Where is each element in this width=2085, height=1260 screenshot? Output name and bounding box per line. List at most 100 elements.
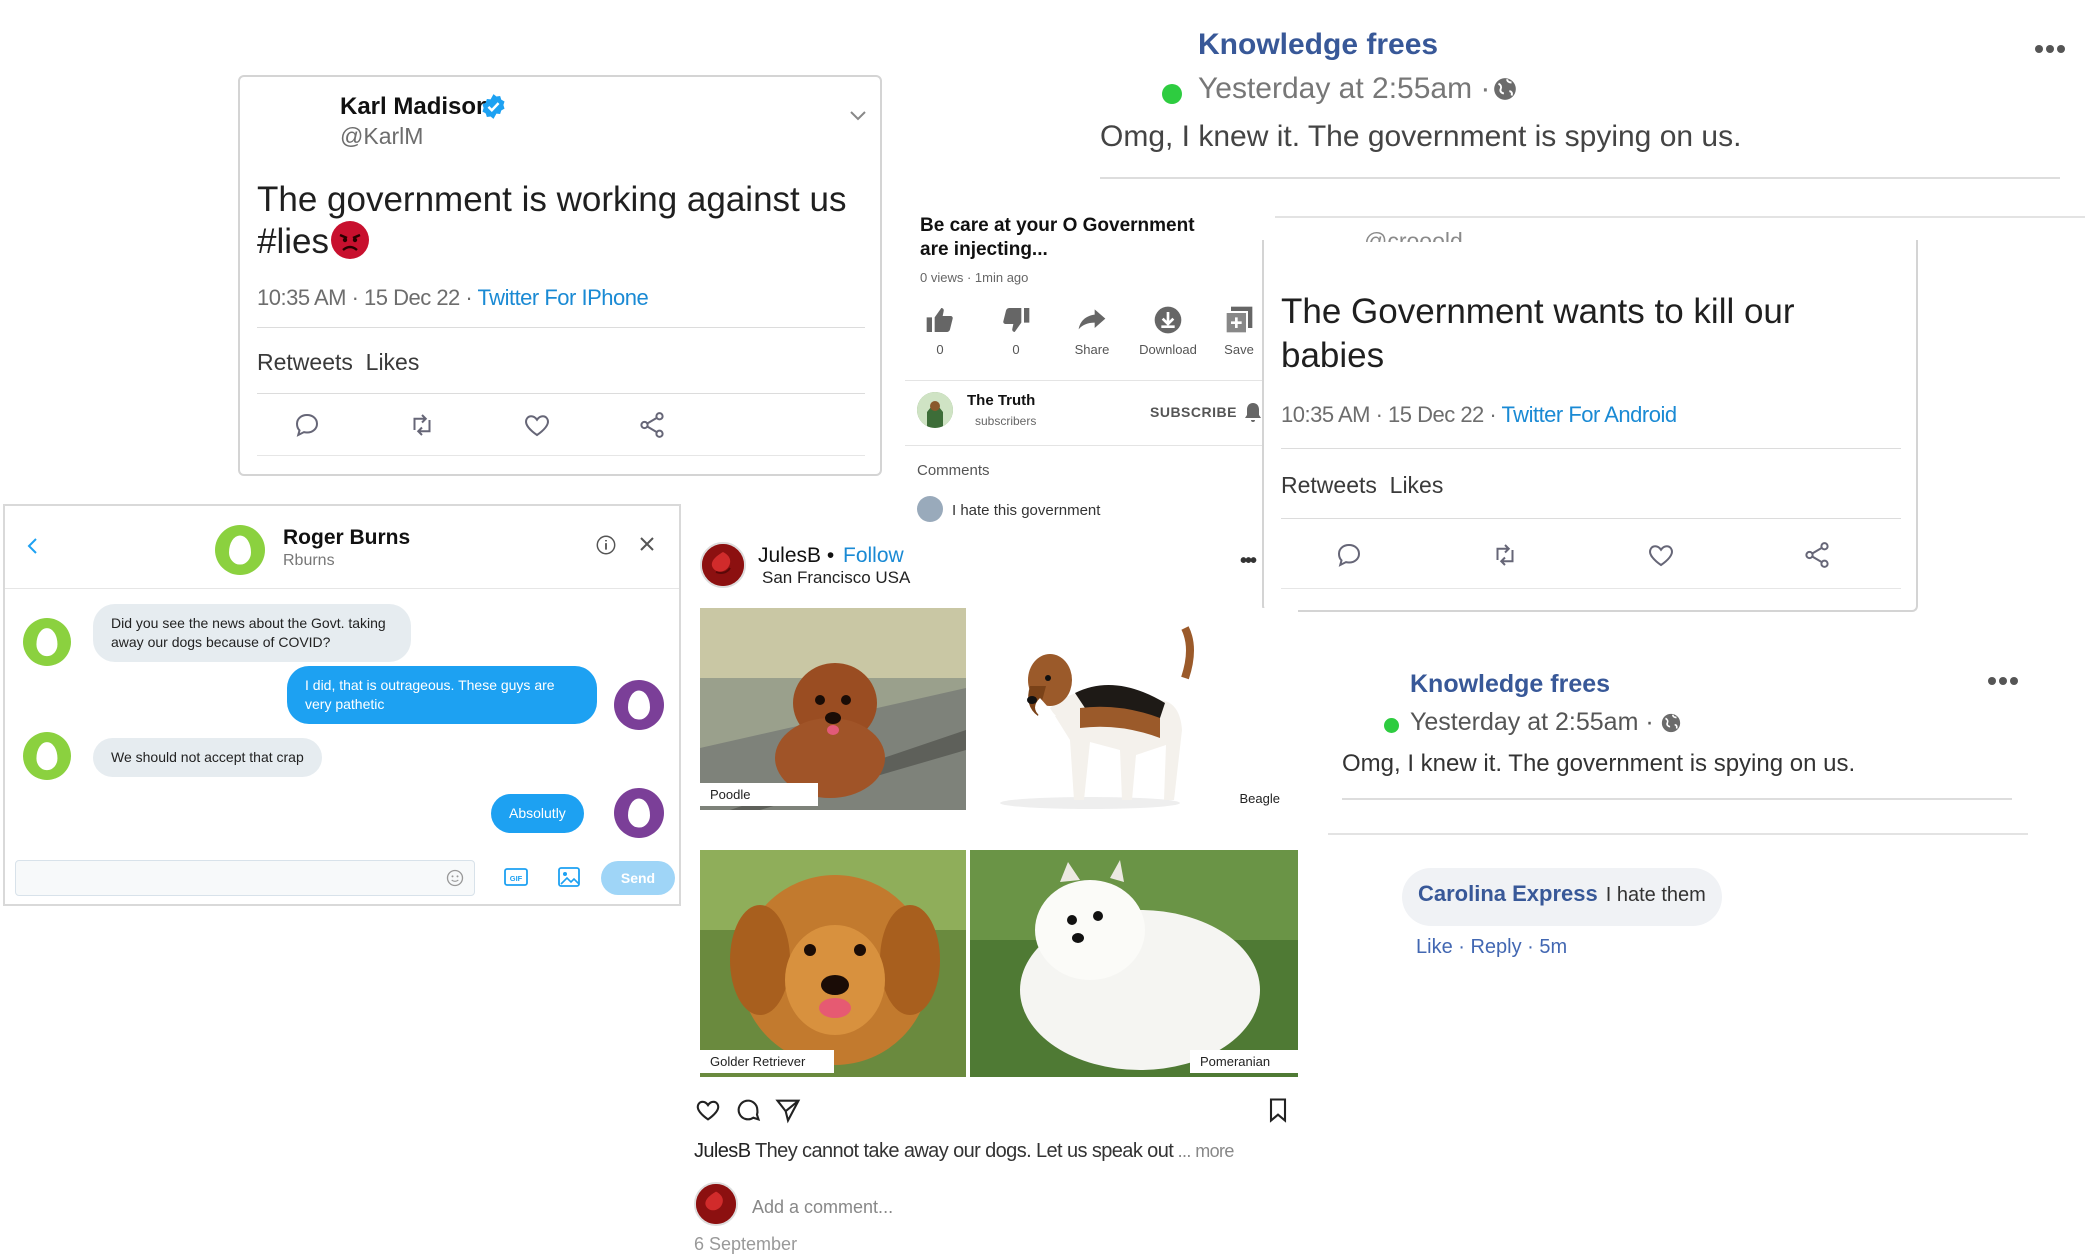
dog-label: Golder Retriever [700, 1050, 834, 1073]
image-upload-icon[interactable] [557, 866, 581, 888]
channel-name[interactable]: The Truth [967, 392, 1035, 409]
reply-icon[interactable] [1334, 540, 1364, 570]
comment-age[interactable]: 5m [1539, 936, 1567, 958]
gif-icon[interactable]: GIF [503, 866, 529, 888]
add-comment-input[interactable]: Add a comment... [752, 1197, 893, 1218]
save-playlist-icon [1223, 304, 1255, 336]
divider [1281, 518, 1901, 519]
like-heart-icon[interactable] [522, 410, 552, 440]
share-label: Share [1074, 342, 1110, 357]
comments-heading[interactable]: Comments [917, 462, 990, 479]
post-location[interactable]: San Francisco USA [762, 568, 910, 588]
chevron-down-icon[interactable] [848, 107, 868, 123]
divider [257, 455, 865, 456]
comment-text: I hate them [1605, 884, 1706, 906]
post-username[interactable]: JulesB • [758, 544, 834, 568]
divider [257, 393, 865, 394]
comment-bubble-icon[interactable] [734, 1096, 762, 1124]
save-label: Save [1224, 342, 1254, 357]
caption-username[interactable]: JulesB [694, 1140, 751, 1162]
message-incoming: Did you see the news about the Govt. tak… [93, 604, 411, 662]
send-button[interactable]: Send [601, 861, 675, 895]
like-heart-icon[interactable] [1646, 540, 1676, 570]
post-timestamp[interactable]: Yesterday at 2:55am · [1410, 708, 1654, 737]
video-meta: 0 views · 1min ago [920, 270, 1029, 285]
emoji-icon[interactable] [445, 868, 465, 888]
tweet-meta: 10:35 AM · 15 Dec 22 · Twitter For Andro… [1281, 402, 1677, 428]
more-options-icon[interactable]: ••• [1240, 550, 1257, 573]
more-options-icon[interactable] [2035, 40, 2068, 58]
close-icon[interactable] [637, 534, 657, 554]
dog-label: Pomeranian [1190, 1050, 1298, 1073]
online-status-icon [1384, 718, 1399, 733]
tweet-source-link[interactable]: Twitter For Android [1501, 402, 1677, 427]
tweet-timestamp: 10:35 AM · 15 Dec 22 · [257, 285, 478, 310]
post-author[interactable]: Knowledge frees [1410, 670, 1610, 699]
like-video-button[interactable]: 0 [905, 304, 975, 357]
dog-photo-poodle[interactable]: Poodle [700, 608, 966, 810]
download-video-button[interactable]: Download [1133, 304, 1203, 357]
dog-photo-pomeranian[interactable]: Pomeranian [970, 850, 1298, 1077]
comment-author[interactable]: Carolina Express [1418, 881, 1598, 906]
thumbs-up-icon [924, 304, 956, 336]
contact-name[interactable]: Roger Burns [283, 526, 410, 550]
retweet-icon[interactable] [1490, 540, 1520, 570]
reply-icon[interactable] [292, 410, 322, 440]
tweet-author-handle[interactable]: @KarlM [340, 123, 423, 150]
profile-avatar[interactable] [700, 542, 746, 588]
retweet-icon[interactable] [407, 410, 437, 440]
send-paper-plane-icon[interactable] [774, 1096, 802, 1124]
comment-like-link[interactable]: Like [1416, 936, 1453, 958]
bookmark-icon[interactable] [1264, 1096, 1292, 1124]
dog-photo-golden-retriever[interactable]: Golder Retriever [700, 850, 966, 1077]
divider [1281, 588, 1901, 589]
divider [5, 588, 679, 589]
divider [1342, 798, 2012, 800]
download-icon [1152, 304, 1184, 336]
back-arrow-icon[interactable] [25, 536, 41, 556]
dislike-count: 0 [1012, 342, 1020, 357]
divider [905, 380, 1275, 381]
user-avatar-small [614, 680, 664, 730]
post-text: Omg, I knew it. The government is spying… [1342, 750, 1856, 777]
dog-label: Beagle [1239, 791, 1280, 806]
tweet-timestamp: 10:35 AM · 15 Dec 22 · [1281, 402, 1502, 427]
share-icon[interactable] [637, 410, 667, 440]
thumbs-down-icon [1000, 304, 1032, 336]
bullet-separator: • [826, 544, 835, 567]
message-input[interactable] [15, 860, 475, 896]
divider [257, 327, 865, 328]
like-count: 0 [936, 342, 944, 357]
dog-photo-beagle[interactable]: Beagle [980, 608, 1298, 810]
tweet-author-name[interactable]: Karl Madison [340, 93, 491, 121]
video-title[interactable]: Be care at your O Government are injecti… [920, 214, 1220, 262]
caption-more-link[interactable]: ... more [1173, 1141, 1235, 1161]
save-video-button[interactable]: Save [1209, 304, 1269, 357]
contact-avatar[interactable] [215, 525, 265, 575]
direct-message-window: Roger Burns Rburns Did you see the news … [3, 504, 681, 906]
like-heart-icon[interactable] [694, 1096, 722, 1124]
channel-subscribers: subscribers [975, 414, 1037, 428]
comment-reply-link[interactable]: Reply [1470, 936, 1521, 958]
message-outgoing: Absolutly [491, 794, 584, 833]
tweet-author-handle[interactable]: @crooold [1364, 228, 1463, 242]
post-timestamp[interactable]: Yesterday at 2:55am · [1198, 72, 1490, 106]
info-icon[interactable] [595, 534, 617, 556]
share-icon[interactable] [1802, 540, 1832, 570]
follow-button[interactable]: Follow [843, 544, 904, 568]
caption-text: They cannot take away our dogs. Let us s… [750, 1140, 1174, 1162]
tweet-source-link[interactable]: Twitter For IPhone [477, 285, 648, 310]
commenter-avatar [694, 1182, 738, 1226]
dislike-video-button[interactable]: 0 [981, 304, 1051, 357]
tweet-stats: Retweets Likes [1281, 472, 1444, 498]
post-text: Omg, I knew it. The government is spying… [1100, 120, 1742, 153]
post-username-text[interactable]: JulesB [758, 544, 821, 567]
channel-avatar[interactable] [917, 392, 953, 428]
more-options-icon[interactable] [1988, 672, 2021, 690]
online-status-icon [1162, 84, 1182, 104]
download-label: Download [1139, 342, 1197, 357]
post-author[interactable]: Knowledge frees [1198, 28, 1438, 62]
tweet-card-babies: @crooold The Government wants to kill ou… [1262, 228, 1918, 612]
share-video-button[interactable]: Share [1057, 304, 1127, 357]
subscribe-button[interactable]: SUBSCRIBE [1150, 404, 1237, 420]
